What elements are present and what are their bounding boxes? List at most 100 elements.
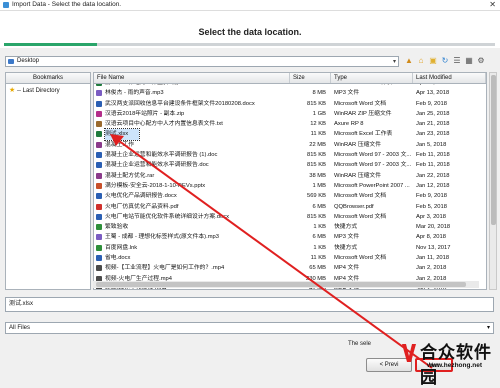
file-modified-cell: Feb 9, 2018 (416, 193, 447, 200)
location-value: Desktop (17, 58, 40, 64)
list-view-icon[interactable]: ☰ (452, 56, 462, 66)
file-modified-cell: Feb 11, 2018 (416, 152, 450, 159)
ppt-icon (96, 182, 102, 189)
chevron-down-icon[interactable]: ▾ (487, 323, 490, 333)
table-row[interactable]: 火电厂电站节能优化软件系统详细设计方案.docx 815 KB Microsoft … (94, 212, 486, 222)
table-row[interactable]: 省电.docx 11 KB Microsoft Word 文档 Jan 11, 201… (94, 253, 486, 263)
file-name-cell: 王蜀 - 成都 - 理想化标签样式(原文件本).mp3 (105, 234, 220, 241)
bookmark-label: -- Last Directory (16, 88, 60, 94)
column-last-modified[interactable]: Last Modified (413, 73, 486, 83)
file-type-cell: WinRAR 压缩文件 (334, 141, 382, 148)
table-row[interactable]: 武汉两支派回收信息平台建设条件框架文件20180208.docx 815 KB Mi… (94, 99, 486, 109)
table-row[interactable]: 王蜀 - 成都 - 理想化标签样式(原文件本).mp3 6 MB MP3 文件 Apr… (94, 232, 486, 242)
file-type-cell: QQBrowser.pdf (334, 203, 374, 210)
table-row[interactable]: 视频-【工业流程】火电厂是如何工作的？.mp4 65 MB MP4 文件 Jan 2,… (94, 263, 486, 273)
zip-icon (96, 110, 102, 117)
file-name-field[interactable]: 测试.xlsx (5, 297, 494, 312)
file-type-cell: Microsoft Word 97 - 2003 文... (334, 162, 412, 169)
table-row[interactable]: 汉语云项目中心配方中人才内置信息表文件.txt 12 KB Axure RP 8 Ja… (94, 119, 486, 129)
file-size-cell: 1 GB (312, 110, 326, 117)
title-bar: Import Data - Select the data location. … (0, 0, 500, 11)
file-size-cell: 815 KB (306, 152, 326, 159)
table-row[interactable]: 繁致验收 1 KB 快捷方式 Mar 20, 2018 (94, 222, 486, 232)
file-modified-cell: Jan 12, 2018 (416, 182, 450, 189)
bookmarks-header: Bookmarks (6, 73, 90, 84)
column-size[interactable]: Size (290, 73, 331, 83)
table-row[interactable]: 汉语云2018年站照片 - 副本.zip 1 GB WinRAR ZIP 压缩文件 J… (94, 109, 486, 119)
column-file-name[interactable]: File Name (94, 73, 290, 83)
file-name-cell: 满分模板-安全云-2018-1-10-REVs.pptx (105, 182, 206, 189)
file-modified-cell: Jan 25, 2018 (416, 110, 450, 117)
table-row[interactable]: 混凝土企业运营和能效水平调研报告.doc 815 KB Microsoft Word… (94, 160, 486, 170)
file-name-cell: 林俊杰 - 雨的声音.mp3 (105, 90, 164, 97)
word-icon (96, 213, 102, 220)
file-name-cell: 火电优化产品调研报告.docx (105, 193, 177, 200)
column-type[interactable]: Type (331, 73, 413, 83)
file-type-select[interactable]: All Files ▾ (5, 322, 494, 334)
file-size-cell: 1 KB (313, 224, 326, 231)
file-modified-cell: Jan 5, 2018 (416, 141, 447, 148)
table-row[interactable]: 混凝土工作 22 MB WinRAR 压缩文件 Jan 5, 2018 (94, 140, 486, 150)
wizard-progress-bar (4, 43, 495, 46)
scrollbar-thumb[interactable] (491, 75, 496, 225)
file-size-cell: 6 MB (312, 203, 326, 210)
options-icon[interactable]: ⚙ (476, 56, 486, 66)
refresh-icon[interactable]: ↻ (440, 56, 450, 66)
new-folder-icon[interactable]: ▣ (428, 56, 438, 66)
table-row[interactable]: 百度网盘.lnk 1 KB 快捷方式 Nov 13, 2017 (94, 243, 486, 253)
location-combobox[interactable]: Desktop ▾ (5, 56, 399, 67)
horizontal-scrollbar[interactable] (93, 281, 479, 288)
file-size-cell: 38 MB (309, 172, 326, 179)
file-modified-cell: Jan 23, 2018 (416, 131, 450, 138)
rar-icon (96, 141, 102, 148)
file-type-cell: Microsoft Word 文档 (334, 193, 387, 200)
mp3-icon (96, 234, 102, 241)
file-modified-cell: Jan 21, 2018 (416, 121, 450, 128)
table-row[interactable]: 满分模板-安全云-2018-1-10-REVs.pptx 1 MB Microsof… (94, 181, 486, 191)
scrollbar-thumb[interactable] (96, 282, 466, 287)
file-name-cell: 火电厂电站节能优化软件系统详细设计方案.docx (105, 213, 229, 220)
file-name-cell: 火电厂仿真优化产品资料.pdf (105, 203, 179, 210)
file-name-cell: 繁致验收 (105, 224, 129, 231)
file-size-cell: 1 MB (312, 182, 326, 189)
file-type-cell: 快捷方式 (334, 224, 358, 231)
table-row[interactable]: 测试.xlsx 11 KB Microsoft Excel 工作表 Jan 23, 2… (94, 128, 486, 141)
folder-icon (8, 59, 14, 64)
table-row[interactable]: 混凝土配方优化.rar 38 MB WinRAR 压缩文件 Jan 22, 2018 (94, 171, 486, 181)
file-list: 第二个工作站的工作量(下载).xlsxMicrosoft Excel 工作表Ap… (93, 72, 487, 290)
file-modified-cell: Jan 22, 2018 (416, 172, 450, 179)
bookmarks-panel: Bookmarks ★ -- Last Directory (5, 72, 91, 290)
vertical-scrollbar[interactable] (489, 72, 497, 290)
word-icon (96, 100, 102, 107)
file-type-cell: MP3 文件 (334, 90, 360, 97)
file-name-cell: 武汉两支派回收信息平台建设条件框架文件20180208.docx (105, 100, 255, 107)
file-type-cell: Microsoft Word 文档 (334, 100, 387, 107)
watermark-url: www.hezhong.net (427, 362, 483, 369)
file-modified-cell: Jan 11, 2018 (416, 255, 450, 262)
file-type-cell: MP3 文件 (334, 234, 360, 241)
pdf-icon (96, 203, 102, 210)
home-icon[interactable]: ⌂ (416, 56, 426, 66)
bookmark-last-directory[interactable]: ★ -- Last Directory (9, 86, 60, 94)
up-folder-icon[interactable]: ▲ (404, 56, 414, 66)
file-modified-cell: Feb 9, 2018 (416, 100, 447, 107)
close-icon[interactable]: ✕ (489, 0, 496, 9)
file-modified-cell: Jan 2, 2018 (416, 265, 447, 272)
step-title: Select the data location. (198, 27, 302, 37)
table-row[interactable]: 火电优化产品调研报告.docx 569 KB Microsoft Word 文档 Fe… (94, 191, 486, 201)
table-row[interactable]: 混凝土企业运营和能效水平调研报告 (1).doc 815 KB Microsoft … (94, 150, 486, 160)
file-size-cell: 11 KB (310, 131, 326, 138)
file-type-cell: Microsoft Word 97 - 2003 文... (334, 152, 412, 159)
details-view-icon[interactable]: ▦ (464, 56, 474, 66)
file-type-cell: Microsoft Excel 工作表 (334, 131, 393, 138)
doc-icon (96, 121, 102, 128)
file-name-cell: 百度网盘.lnk (105, 244, 138, 251)
word-icon (96, 255, 102, 262)
file-type-cell: Microsoft Word 文档 (334, 255, 387, 262)
table-row[interactable]: 火电厂仿真优化产品资料.pdf 6 MB QQBrowser.pdf Feb 5, 2… (94, 202, 486, 212)
file-modified-cell: Apr 8, 2018 (416, 234, 446, 241)
shortcut-icon (96, 224, 102, 231)
progress-fill (4, 43, 98, 46)
table-row[interactable]: 林俊杰 - 雨的声音.mp3 8 MB MP3 文件 Apr 13, 2018 (94, 88, 486, 98)
chevron-down-icon[interactable]: ▾ (393, 58, 396, 65)
